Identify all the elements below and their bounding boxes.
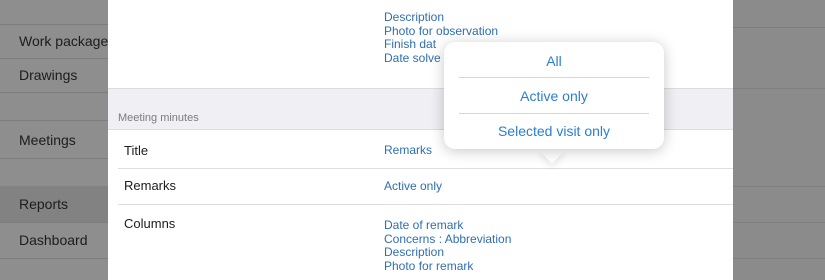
top-list-item: Photo for observation [384,23,499,38]
columns-label: Columns [124,216,176,231]
background-divider [733,88,825,89]
sidebar-divider [0,58,108,59]
background-divider [733,258,825,259]
sidebar-item-reports[interactable]: Reports [0,196,108,212]
sidebar-divider [0,92,108,93]
top-list-item: Description [384,10,445,24]
option-active-only[interactable]: Active only [459,79,649,113]
title-label: Title [124,143,149,158]
sidebar-item-meetings[interactable]: Meetings [0,132,108,148]
sidebar-divider [0,120,108,121]
row-divider [118,204,733,205]
column-item: Photo for remark [384,258,474,273]
row-divider [118,168,733,169]
column-item: Description [384,245,445,259]
sidebar-divider [0,24,108,25]
sidebar-item-drawings[interactable]: Drawings [0,67,108,83]
columns-value-list[interactable]: Date of remark Concerns : Abbreviation D… [384,218,512,273]
sidebar-divider [0,258,108,259]
column-item: Concerns : Abbreviation [384,231,512,246]
background-divider [733,27,825,28]
background-divider [733,222,825,223]
option-selected-visit-only[interactable]: Selected visit only [459,114,649,148]
title-value[interactable]: Remarks [384,143,432,158]
sidebar-divider [0,158,108,159]
background-pane [733,0,825,280]
popover-divider [459,77,649,78]
section-title: Meeting minutes [118,112,199,124]
filter-popover: All Active only Selected visit only [444,42,664,149]
sidebar-divider [0,222,108,223]
sidebar-item-work-package[interactable]: Work package [0,33,108,49]
sidebar: Work package Drawings Meetings Reports D… [0,0,108,280]
background-divider [733,186,825,187]
sidebar-item-dashboard[interactable]: Dashboard [0,232,108,248]
option-all[interactable]: All [459,44,649,78]
remarks-label: Remarks [124,178,177,193]
column-item: Date of remark [384,218,464,232]
remarks-value[interactable]: Active only [384,179,442,194]
